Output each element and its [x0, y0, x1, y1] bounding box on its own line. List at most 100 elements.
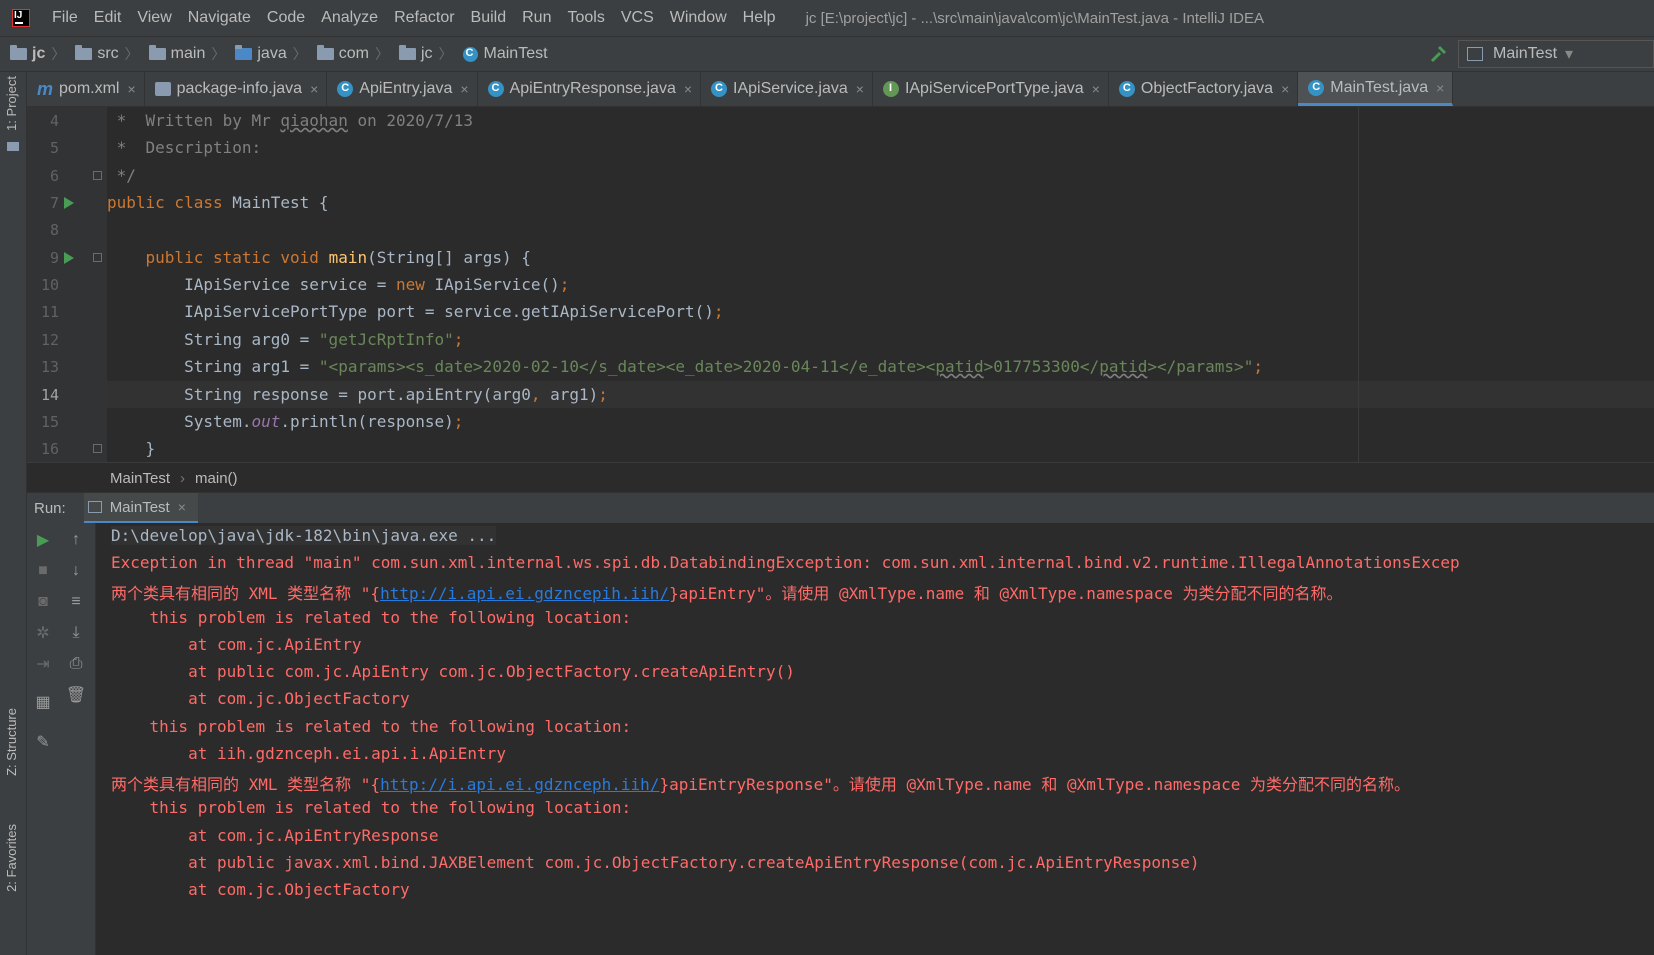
layout-icon[interactable]: ▦	[32, 691, 54, 713]
code-line: */	[107, 166, 136, 185]
pin-icon[interactable]: ✎	[32, 731, 54, 753]
menu-vcs[interactable]: VCS	[613, 9, 662, 27]
exit-icon[interactable]: ⇥	[32, 653, 54, 675]
close-icon[interactable]: ×	[1092, 81, 1100, 97]
console-command-line: D:\develop\java\jdk-182\bin\java.exe ...	[111, 526, 497, 545]
run-panel-header: Run: MainTest ×	[27, 492, 1654, 524]
stop-icon[interactable]: ■	[32, 560, 54, 582]
console-line: 两个类具有相同的 XML 类型名称 "{http://i.api.ei.gdzn…	[111, 584, 1343, 603]
tab-objectfactory[interactable]: ObjectFactory.java×	[1109, 72, 1299, 106]
menu-refactor[interactable]: Refactor	[386, 9, 462, 27]
camera-icon[interactable]: ◙	[32, 591, 54, 613]
arrow-up-icon[interactable]: ↑	[65, 529, 87, 551]
rerun-icon[interactable]: ▶	[32, 529, 54, 551]
run-console[interactable]: D:\develop\java\jdk-182\bin\java.exe ...…	[96, 523, 1654, 955]
line-number: 5	[49, 139, 59, 157]
code-line: }	[107, 439, 156, 458]
console-line: at iih.gdznceph.ei.api.i.ApiEntry	[111, 744, 506, 763]
console-link[interactable]: http://i.api.ei.gdzncepih.iih/	[380, 584, 669, 603]
code-line: * Description:	[107, 138, 262, 157]
breadcrumb-class[interactable]: MainTest	[110, 470, 170, 487]
menu-build[interactable]: Build	[463, 9, 515, 27]
run-configuration-select[interactable]: MainTest ▾	[1458, 40, 1654, 68]
menu-view[interactable]: View	[129, 9, 179, 27]
module-folder-icon	[10, 45, 27, 60]
run-toolbar: ▶ ■ ◙ ✲ ⇥ ▦ ✎ ↑ ↓ ≡ ⤓ ⎙ 🗑	[27, 523, 96, 955]
console-line: at public javax.xml.bind.JAXBElement com…	[111, 853, 1200, 872]
crumb-maintest[interactable]: MainTest	[453, 45, 548, 63]
fold-icon[interactable]	[93, 171, 102, 180]
crumb-src[interactable]: src 〉	[65, 44, 139, 64]
breadcrumb-separator: ›	[180, 469, 186, 487]
close-icon[interactable]: ×	[1436, 80, 1444, 96]
run-gutter-icon[interactable]	[64, 252, 74, 264]
fold-icon[interactable]	[93, 253, 102, 262]
line-number: 12	[40, 331, 59, 349]
structure-tool-button[interactable]: Z: Structure	[4, 708, 19, 776]
code-editor[interactable]: 4 5 6 7 8 9 10 11 12 13 14 15 16 * Writt…	[27, 107, 1654, 462]
class-icon	[711, 81, 728, 97]
menu-run[interactable]: Run	[514, 9, 559, 27]
run-gutter-icon[interactable]	[64, 197, 74, 209]
close-icon[interactable]: ×	[856, 81, 864, 97]
console-line: this problem is related to the following…	[111, 798, 632, 817]
code-line: System.out.println(response);	[107, 412, 464, 431]
source-folder-icon	[235, 45, 253, 60]
tab-iapiserviceporttype[interactable]: IApiServicePortType.java×	[873, 72, 1109, 106]
tab-maintest[interactable]: MainTest.java×	[1298, 72, 1454, 106]
build-hammer-icon[interactable]	[1429, 44, 1449, 64]
tab-package-info[interactable]: package-info.java ×	[145, 72, 328, 106]
trash-icon[interactable]: 🗑	[65, 684, 87, 706]
favorites-tool-button[interactable]: 2: Favorites	[4, 824, 19, 892]
interface-icon	[882, 81, 899, 97]
settings-icon[interactable]: ✲	[32, 622, 54, 644]
code-line: * Written by Mr qiaohan on 2020/7/13	[107, 111, 474, 130]
breadcrumb-method[interactable]: main()	[195, 470, 238, 487]
crumb-jc[interactable]: jc 〉	[389, 44, 453, 64]
line-number: 8	[49, 221, 59, 239]
close-icon[interactable]: ×	[684, 81, 692, 97]
console-line: at com.jc.ApiEntryResponse	[111, 826, 439, 845]
code-line-current: String response = port.apiEntry(arg0, ar…	[107, 385, 608, 404]
crumb-com[interactable]: com 〉	[307, 44, 389, 64]
close-icon[interactable]: ×	[460, 81, 468, 97]
tab-apientryresponse[interactable]: ApiEntryResponse.java×	[478, 72, 702, 106]
close-icon[interactable]: ×	[178, 499, 186, 515]
close-icon[interactable]: ×	[1281, 81, 1289, 97]
menu-help[interactable]: Help	[735, 9, 784, 27]
console-line: this problem is related to the following…	[111, 717, 632, 736]
project-tool-button[interactable]: 1: Project	[4, 76, 19, 131]
code-line: IApiService service = new IApiService();	[107, 275, 570, 294]
code-line: String arg1 = "<params><s_date>2020-02-1…	[107, 357, 1263, 376]
close-icon[interactable]: ×	[310, 81, 318, 97]
package-icon	[398, 45, 416, 60]
tab-apientry[interactable]: ApiEntry.java×	[327, 72, 478, 106]
arrow-down-icon[interactable]: ↓	[65, 560, 87, 582]
maven-icon: m	[37, 79, 54, 99]
class-icon	[1308, 79, 1325, 96]
menu-navigate[interactable]: Navigate	[180, 9, 259, 27]
menu-tools[interactable]: Tools	[559, 9, 612, 27]
console-line: 两个类具有相同的 XML 类型名称 "{http://i.api.ei.gdzn…	[111, 775, 1410, 794]
menu-edit[interactable]: Edit	[86, 9, 130, 27]
project-folder-icon	[7, 142, 19, 151]
menu-analyze[interactable]: Analyze	[313, 9, 386, 27]
crumb-java[interactable]: java 〉	[225, 44, 307, 64]
crumb-main[interactable]: main 〉	[139, 44, 225, 64]
console-link[interactable]: http://i.api.ei.gdznceph.iih/	[380, 775, 659, 794]
fold-icon[interactable]	[93, 444, 102, 453]
close-icon[interactable]: ×	[127, 81, 135, 97]
menu-file[interactable]: File	[44, 9, 86, 27]
menu-window[interactable]: Window	[662, 9, 735, 27]
menu-code[interactable]: Code	[259, 9, 313, 27]
code-line: public class MainTest {	[107, 193, 329, 212]
tab-iapiservice[interactable]: IApiService.java×	[701, 72, 873, 106]
chevron-down-icon: ▾	[1565, 46, 1574, 63]
soft-wrap-icon[interactable]: ≡	[65, 591, 87, 613]
tab-pom-xml[interactable]: m pom.xml ×	[27, 72, 145, 106]
scroll-to-end-icon[interactable]: ⤓	[65, 622, 87, 644]
crumb-project[interactable]: jc 〉	[0, 44, 65, 64]
print-icon[interactable]: ⎙	[65, 653, 87, 675]
run-tab-maintest[interactable]: MainTest ×	[83, 493, 198, 524]
class-icon	[487, 81, 504, 97]
